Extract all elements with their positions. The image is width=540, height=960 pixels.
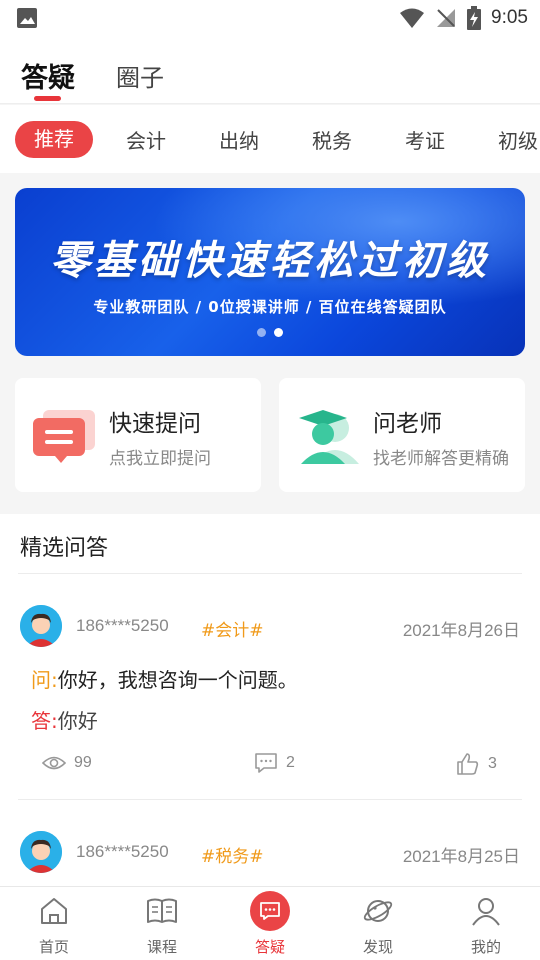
- nav-courses-label: 课程: [146, 938, 177, 956]
- clock: 9:05: [491, 7, 528, 28]
- category-accounting[interactable]: 会计: [126, 125, 166, 154]
- likes-count: 3: [488, 755, 497, 772]
- qa-item[interactable]: 186****5250 #税务# 2021年8月25日: [0, 828, 540, 886]
- nav-mine[interactable]: 我的: [432, 887, 540, 960]
- tab-answers[interactable]: 答疑: [21, 56, 75, 95]
- top-tab-bar: 答疑 圈子: [0, 36, 540, 104]
- banner-subline: 专业教研团队 / 0位授课讲师 / 百位在线答疑团队: [93, 298, 447, 316]
- active-tab-indicator: [34, 96, 61, 101]
- user-phone: 186****5250: [76, 616, 169, 635]
- nav-mine-label: 我的: [470, 938, 501, 956]
- thumbs-up-icon: [457, 753, 479, 775]
- user-avatar[interactable]: [20, 831, 62, 873]
- nav-courses[interactable]: 课程: [108, 887, 216, 960]
- answer-label: 答:: [31, 709, 58, 733]
- quick-ask-card[interactable]: 快速提问 点我立即提问: [15, 378, 261, 492]
- promo-banner[interactable]: 零基础快速轻松过初级 专业教研团队 / 0位授课讲师 / 百位在线答疑团队: [15, 188, 525, 356]
- ask-teacher-card[interactable]: 问老师 找老师解答更精确: [279, 378, 525, 492]
- views-count: 99: [74, 754, 92, 771]
- quick-ask-desc: 点我立即提问: [109, 449, 211, 469]
- status-bar: 9:05: [0, 0, 540, 36]
- user-phone: 186****5250: [76, 842, 169, 861]
- item-divider: [18, 799, 522, 800]
- wifi-icon: [400, 8, 425, 28]
- comments-count: 2: [286, 754, 295, 771]
- avatar-icon: [20, 831, 62, 873]
- user-avatar[interactable]: [20, 605, 62, 647]
- banner-dot[interactable]: [257, 328, 266, 337]
- category-tax[interactable]: 税务: [312, 125, 352, 154]
- bottom-nav: 首页 课程 答疑 发现 我的: [0, 886, 540, 960]
- question-label: 问:: [31, 668, 58, 692]
- topic-tag[interactable]: #税务#: [201, 842, 264, 867]
- tab-circle[interactable]: 圈子: [116, 58, 164, 93]
- category-junior[interactable]: 初级: [498, 125, 538, 154]
- post-date: 2021年8月25日: [402, 847, 520, 866]
- gallery-notification-icon: [17, 8, 37, 28]
- nav-home[interactable]: 首页: [0, 887, 108, 960]
- comment-icon: [255, 753, 277, 773]
- battery-charging-icon: [467, 6, 482, 30]
- ask-teacher-title: 问老师: [373, 411, 442, 437]
- question-text: 你好，我想咨询一个问题。: [57, 668, 298, 692]
- chat-icon: [260, 902, 280, 920]
- post-date: 2021年8月26日: [402, 621, 520, 640]
- featured-qa-section: 精选问答 186****5250 #会计# 2021年8月26日 问:你好，我想…: [0, 514, 540, 886]
- section-divider: [18, 573, 522, 574]
- nav-home-label: 首页: [38, 938, 69, 956]
- category-cashier[interactable]: 出纳: [219, 125, 259, 154]
- eye-icon: [42, 756, 66, 770]
- answer-text: 你好: [57, 709, 98, 733]
- category-certification[interactable]: 考证: [405, 125, 445, 154]
- comments-stat[interactable]: 2: [254, 752, 295, 774]
- nav-answers-label: 答疑: [254, 938, 285, 956]
- graduate-teacher-icon: [299, 410, 359, 464]
- message-bubble-icon: [33, 410, 95, 463]
- no-signal-icon: [437, 9, 456, 27]
- planet-icon: [363, 900, 393, 922]
- banner-dot-active[interactable]: [274, 328, 283, 337]
- banner-pagination: [257, 328, 283, 337]
- category-bar: 推荐 会计 出纳 税务 考证 初级: [0, 105, 540, 173]
- user-icon: [472, 898, 500, 926]
- category-recommend[interactable]: 推荐: [15, 121, 93, 158]
- book-icon: [147, 898, 177, 923]
- banner-headline: 零基础快速轻松过初级: [50, 237, 490, 284]
- qa-item[interactable]: 186****5250 #会计# 2021年8月26日 问:你好，我想咨询一个问…: [0, 602, 540, 802]
- section-title: 精选问答: [20, 536, 109, 561]
- avatar-icon: [20, 605, 62, 647]
- question-line: 问:你好，我想咨询一个问题。: [31, 664, 298, 693]
- quick-ask-title: 快速提问: [109, 411, 201, 437]
- answer-line: 答:你好: [31, 705, 98, 734]
- topic-tag[interactable]: #会计#: [201, 616, 264, 641]
- nav-answers[interactable]: 答疑: [216, 887, 324, 960]
- home-icon: [41, 898, 67, 924]
- likes-stat[interactable]: 3: [456, 752, 497, 776]
- ask-teacher-desc: 找老师解答更精确: [373, 449, 509, 469]
- views-stat: 99: [42, 754, 92, 772]
- answer-page: 9:05 答疑 圈子 推荐 会计 出纳 税务 考证 初级 零基础快速轻松过初级 …: [0, 0, 540, 960]
- nav-discover[interactable]: 发现: [324, 887, 432, 960]
- nav-discover-label: 发现: [362, 938, 393, 956]
